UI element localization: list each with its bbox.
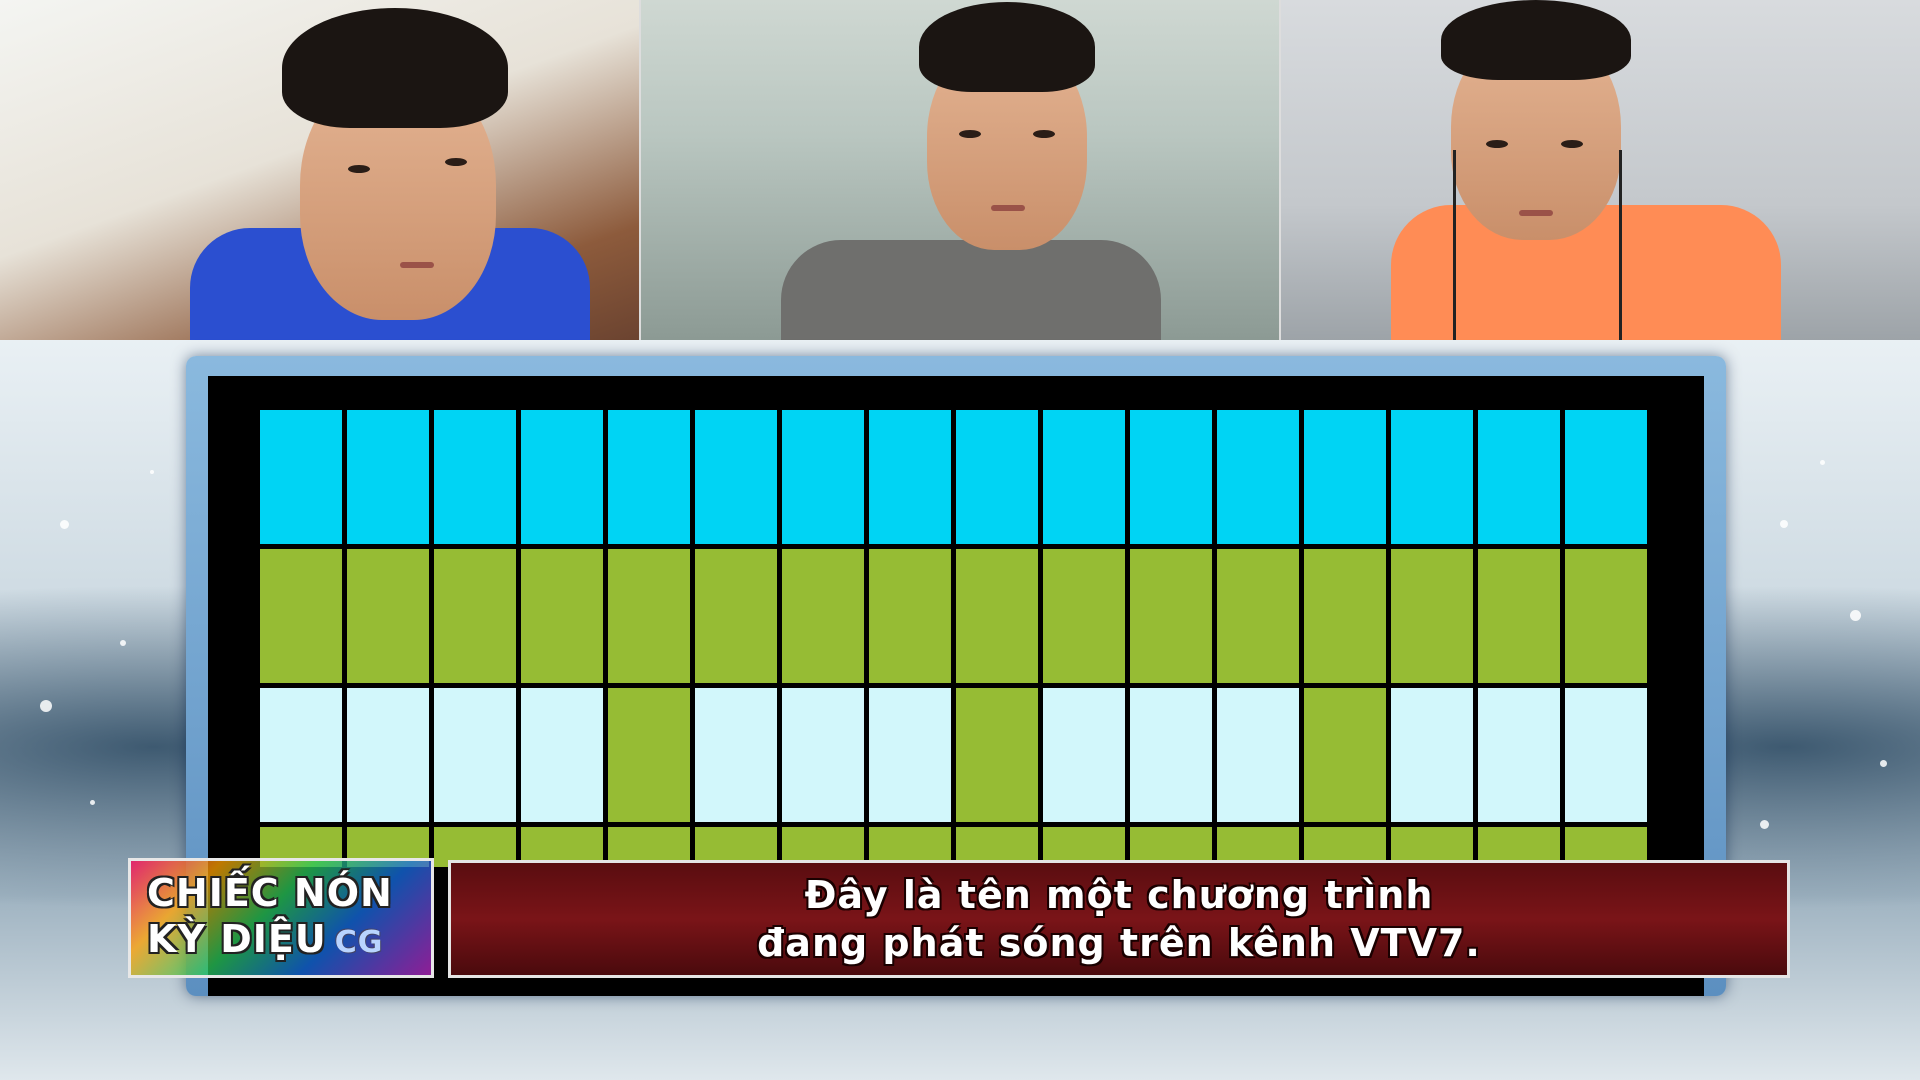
letter-tile [869, 549, 951, 683]
letter-tile [956, 549, 1038, 683]
participant-video-3[interactable] [1281, 0, 1920, 340]
letter-tile [1391, 688, 1473, 822]
snowflake [1760, 820, 1769, 829]
letter-tile [608, 410, 690, 544]
letter-tile [608, 688, 690, 822]
letter-tile [1304, 549, 1386, 683]
snowflake [90, 800, 95, 805]
participant-video-2[interactable] [640, 0, 1282, 340]
snowflake [40, 700, 52, 712]
participant-3-hair [1441, 0, 1632, 80]
letter-tile [434, 549, 516, 683]
letter-tile [521, 549, 603, 683]
letter-tile [608, 549, 690, 683]
letter-tile [260, 688, 342, 822]
letter-tile [521, 410, 603, 544]
letter-tile [260, 410, 342, 544]
letter-tile [347, 410, 429, 544]
letter-tile [1130, 549, 1212, 683]
participant-1-hair [282, 8, 508, 128]
snowflake [1780, 520, 1788, 528]
video-call-strip [0, 0, 1920, 340]
snowflake [120, 640, 126, 646]
letter-tile [347, 549, 429, 683]
letter-tile [1565, 410, 1647, 544]
letter-tile [1217, 410, 1299, 544]
participant-2-hair [918, 2, 1095, 92]
earphone-cable [1619, 150, 1623, 340]
letter-tile [434, 688, 516, 822]
letter-tile [1304, 688, 1386, 822]
letter-tile [1217, 549, 1299, 683]
letter-tile [434, 410, 516, 544]
letter-tile [521, 688, 603, 822]
letter-tile [782, 549, 864, 683]
logo-line-2: KỲ DIỆU [147, 917, 327, 961]
snowflake [1850, 610, 1861, 621]
logo-line-1: CHIẾC NÓN [147, 871, 393, 915]
letter-tile [956, 410, 1038, 544]
letter-tile [1391, 410, 1473, 544]
letter-tile [1043, 688, 1125, 822]
letter-tile [260, 549, 342, 683]
letter-tile [347, 688, 429, 822]
earphone-cable [1453, 150, 1457, 340]
letter-tile [869, 410, 951, 544]
clue-caption: Đây là tên một chương trình đang phát só… [448, 860, 1790, 978]
participant-video-1[interactable] [0, 0, 641, 340]
letter-tile [869, 688, 951, 822]
snowflake [150, 470, 154, 474]
letter-tile [956, 688, 1038, 822]
letter-tile [695, 549, 777, 683]
letter-tile [1391, 549, 1473, 683]
participant-2-shirt [780, 240, 1161, 340]
letter-tile [1130, 688, 1212, 822]
letter-tile [1217, 688, 1299, 822]
letter-tile [1304, 410, 1386, 544]
show-logo: CHIẾC NÓN KỲ DIỆU CG [128, 858, 434, 978]
letter-tile [1478, 549, 1560, 683]
snowflake [60, 520, 69, 529]
letter-tile [1043, 549, 1125, 683]
letter-tile [1478, 410, 1560, 544]
letter-tile [695, 410, 777, 544]
snowflake [1820, 460, 1825, 465]
letter-tile [695, 688, 777, 822]
letter-grid [260, 410, 1647, 867]
snowflake [1880, 760, 1887, 767]
letter-tile [782, 688, 864, 822]
letter-tile [1565, 688, 1647, 822]
letter-tile [1043, 410, 1125, 544]
clue-line-2: đang phát sóng trên kênh VTV7. [757, 921, 1481, 965]
clue-line-1: Đây là tên một chương trình [804, 873, 1434, 917]
letter-tile [1478, 688, 1560, 822]
letter-tile [1565, 549, 1647, 683]
letter-tile [782, 410, 864, 544]
logo-suffix: CG [334, 925, 384, 960]
letter-tile [1130, 410, 1212, 544]
